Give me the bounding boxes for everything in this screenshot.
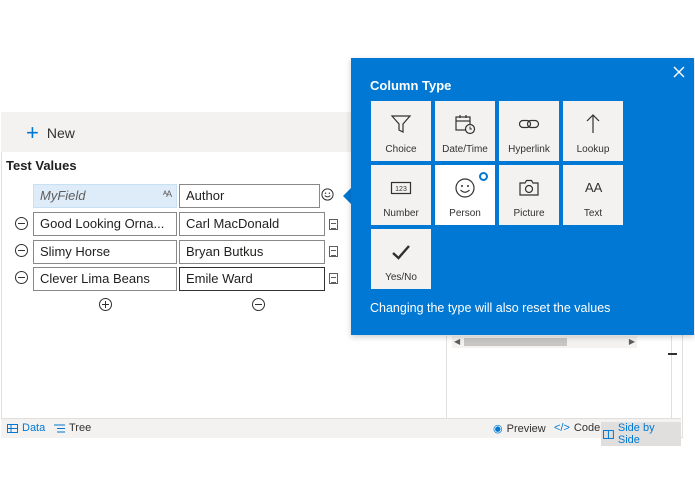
table-row-value-cell[interactable]: Carl MacDonald [179,212,325,236]
preview-divider [671,336,672,418]
person-details-icon[interactable] [329,246,338,257]
horizontal-scrollbar[interactable]: ◀ ▶ [452,336,637,348]
type-option-label: Person [449,208,481,219]
type-option-lookup[interactable]: Lookup [563,101,623,161]
data-view-label: Data [22,422,46,434]
type-option-label: Yes/No [385,272,417,283]
text-size-icon: AA [585,180,603,195]
table-row-value-cell[interactable]: Bryan Butkus [179,240,325,264]
type-option-yes-no[interactable]: Yes/No [371,229,431,289]
scroll-left-icon[interactable]: ◀ [454,337,460,346]
remove-row-icon[interactable] [15,217,28,230]
link-icon [518,119,540,129]
smiley-icon [455,178,475,198]
code-label: Code [573,422,601,434]
type-option-hyperlink[interactable]: Hyperlink [499,101,559,161]
type-option-label: Text [583,208,603,219]
bottom-bar: Data Tree ◉ Preview </> Code Side by Sid… [1,418,681,446]
code-icon: </> [554,422,570,434]
remove-column-icon[interactable] [252,298,265,311]
remove-row-icon[interactable] [15,271,28,284]
person-type-icon[interactable] [321,188,334,201]
type-option-number[interactable]: 123 Number [371,165,431,225]
type-option-label: Picture [513,208,545,219]
selected-radio-icon [477,170,490,183]
tree-view-button[interactable]: Tree [54,422,91,434]
svg-text:AA: AA [585,180,603,195]
person-details-icon[interactable] [329,219,338,230]
table-row-value-cell[interactable]: Emile Ward [179,267,325,291]
calendar-clock-icon [455,115,476,135]
number-icon: 123 [390,181,412,195]
scroll-right-icon[interactable]: ▶ [629,337,635,346]
new-button[interactable]: + New [26,120,75,145]
tree-icon [54,424,65,432]
type-option-choice[interactable]: Choice [371,101,431,161]
type-option-label: Hyperlink [508,144,550,155]
arrow-up-icon [586,114,600,133]
preview-button[interactable]: ◉ Preview [493,422,546,436]
table-row-name-cell[interactable]: Good Looking Orna... [33,212,177,236]
side-by-side-label: Side by Side [617,422,655,446]
type-option-text[interactable]: AA Text [563,165,623,225]
table-row-name-cell[interactable]: Clever Lima Beans [33,267,177,291]
checkmark-icon [392,245,410,260]
add-row-icon[interactable] [99,298,112,311]
preview-marker [668,353,677,355]
type-option-label: Choice [385,144,417,155]
plus-icon: + [26,120,39,145]
type-option-label: Lookup [576,144,610,155]
split-view-icon [603,429,614,439]
close-icon[interactable] [671,64,687,80]
popup-note: Changing the type will also reset the va… [370,301,611,315]
popup-title: Column Type [370,78,452,93]
preview-label: Preview [506,422,546,435]
scrollbar-thumb[interactable] [464,338,567,346]
text-type-icon[interactable]: ᴬA [163,189,172,199]
remove-row-icon[interactable] [15,244,28,257]
new-button-label: New [46,125,75,141]
code-button[interactable]: </> Code [554,422,600,434]
person-details-icon[interactable] [329,273,338,284]
filter-icon [390,115,412,133]
type-option-picture[interactable]: Picture [499,165,559,225]
type-option-label: Date/Time [442,144,488,155]
column-type-popup: Column Type Choice Date/Time Hyperlink L… [351,58,694,335]
camera-icon [519,179,539,196]
data-view-button[interactable]: Data [7,422,45,434]
type-option-date-time[interactable]: Date/Time [435,101,495,161]
type-option-label: Number [383,208,419,219]
svg-text:123: 123 [395,186,407,193]
side-by-side-button[interactable]: Side by Side [601,422,681,446]
tree-view-label: Tree [69,422,92,434]
eye-icon: ◉ [493,423,503,435]
pane-divider [446,336,447,418]
section-title: Test Values [6,158,77,173]
type-option-person[interactable]: Person [435,165,495,225]
field-value-header-cell[interactable]: Author [179,184,320,208]
table-row-name-cell[interactable]: Slimy Horse [33,240,177,264]
field-name-header-cell[interactable]: MyField [33,184,177,208]
grid-icon [7,423,18,433]
popup-beak [343,188,351,204]
